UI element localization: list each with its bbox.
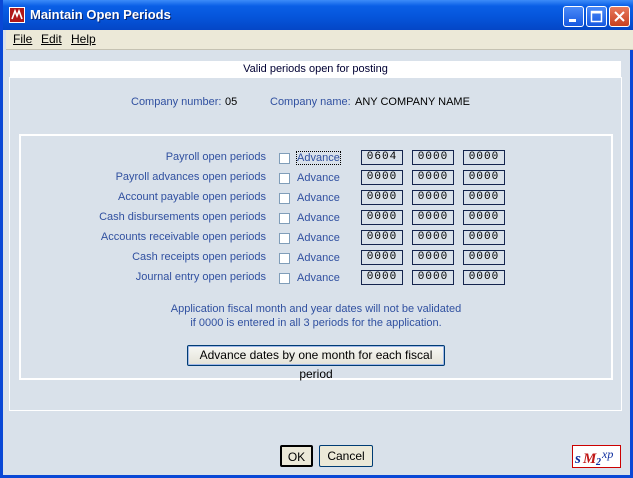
advance-checkbox[interactable] bbox=[279, 273, 290, 284]
window-title: Maintain Open Periods bbox=[30, 7, 171, 22]
advance-label[interactable]: Advance bbox=[297, 192, 340, 204]
app-icon[interactable] bbox=[9, 7, 25, 23]
minimize-button[interactable] bbox=[563, 6, 584, 27]
period-field-2[interactable]: 0000 bbox=[412, 150, 454, 165]
period-field-1[interactable]: 0000 bbox=[361, 270, 403, 285]
menu-file-label: File bbox=[13, 32, 33, 46]
period-field-3[interactable]: 0000 bbox=[463, 150, 505, 165]
period-field-3[interactable]: 0000 bbox=[463, 210, 505, 225]
note-line-2: if 0000 is entered in all 3 periods for … bbox=[190, 317, 442, 329]
advance-label[interactable]: Advance bbox=[296, 151, 341, 165]
period-field-2[interactable]: 0000 bbox=[412, 190, 454, 205]
close-button[interactable] bbox=[609, 6, 630, 27]
close-icon bbox=[614, 11, 625, 22]
menu-file[interactable]: File bbox=[13, 32, 32, 46]
period-field-1[interactable]: 0000 bbox=[361, 190, 403, 205]
company-name-label: Company name: bbox=[270, 96, 351, 108]
sm2xp-logo: s M 2 xp bbox=[572, 445, 621, 468]
period-label: Journal entry open periods bbox=[135, 271, 266, 283]
period-field-2[interactable]: 0000 bbox=[412, 210, 454, 225]
svg-text:xp: xp bbox=[601, 447, 613, 461]
menu-help-label: Help bbox=[71, 32, 96, 46]
advance-label[interactable]: Advance bbox=[297, 272, 340, 284]
advance-label[interactable]: Advance bbox=[297, 252, 340, 264]
period-field-3[interactable]: 0000 bbox=[463, 190, 505, 205]
svg-text:M: M bbox=[582, 451, 597, 467]
note-line-1: Application fiscal month and year dates … bbox=[170, 303, 462, 315]
period-label: Account payable open periods bbox=[118, 191, 266, 203]
period-label: Payroll open periods bbox=[165, 151, 266, 163]
period-field-2[interactable]: 0000 bbox=[412, 250, 454, 265]
maximize-icon bbox=[590, 10, 603, 23]
svg-text:s: s bbox=[574, 451, 581, 467]
maximize-button[interactable] bbox=[586, 6, 607, 27]
section-banner: Valid periods open for posting bbox=[10, 61, 621, 77]
period-field-2[interactable]: 0000 bbox=[412, 170, 454, 185]
advance-label[interactable]: Advance bbox=[297, 172, 340, 184]
menu-edit-label: Edit bbox=[41, 32, 62, 46]
advance-all-button[interactable]: Advance dates by one month for each fisc… bbox=[187, 345, 445, 381]
period-field-3[interactable]: 0000 bbox=[463, 250, 505, 265]
advance-checkbox[interactable] bbox=[279, 173, 290, 184]
menu-edit[interactable]: Edit bbox=[41, 32, 62, 46]
advance-label[interactable]: Advance bbox=[297, 212, 340, 224]
advance-checkbox[interactable] bbox=[279, 213, 290, 224]
logo-mark: s M 2 xp bbox=[574, 447, 613, 468]
period-field-1[interactable]: 0000 bbox=[361, 210, 403, 225]
title-bar[interactable]: Maintain Open Periods bbox=[3, 0, 633, 30]
advance-checkbox[interactable] bbox=[279, 153, 290, 164]
minimize-icon bbox=[569, 19, 576, 22]
period-field-3[interactable]: 0000 bbox=[463, 230, 505, 245]
company-number-label: Company number: bbox=[131, 96, 222, 108]
cancel-button[interactable]: Cancel bbox=[319, 445, 373, 467]
period-label: Cash receipts open periods bbox=[132, 251, 266, 263]
period-field-2[interactable]: 0000 bbox=[412, 270, 454, 285]
advance-label[interactable]: Advance bbox=[297, 232, 340, 244]
period-field-1[interactable]: 0000 bbox=[361, 230, 403, 245]
period-field-1[interactable]: 0604 bbox=[361, 150, 403, 165]
svg-text:2: 2 bbox=[595, 457, 601, 467]
period-label: Payroll advances open periods bbox=[115, 171, 266, 183]
period-field-1[interactable]: 0000 bbox=[361, 170, 403, 185]
period-field-3[interactable]: 0000 bbox=[463, 170, 505, 185]
company-number-value: 05 bbox=[225, 96, 238, 108]
advance-checkbox[interactable] bbox=[279, 193, 290, 204]
period-field-1[interactable]: 0000 bbox=[361, 250, 403, 265]
menu-help[interactable]: Help bbox=[71, 32, 96, 46]
ok-button[interactable]: OK bbox=[280, 445, 313, 467]
advance-checkbox[interactable] bbox=[279, 253, 290, 264]
menu-bar: File Edit Help bbox=[6, 30, 633, 50]
period-label: Cash disbursements open periods bbox=[99, 211, 266, 223]
advance-checkbox[interactable] bbox=[279, 233, 290, 244]
period-field-2[interactable]: 0000 bbox=[412, 230, 454, 245]
period-label: Accounts receivable open periods bbox=[100, 231, 266, 243]
period-field-3[interactable]: 0000 bbox=[463, 270, 505, 285]
company-name-value: ANY COMPANY NAME bbox=[355, 96, 470, 108]
